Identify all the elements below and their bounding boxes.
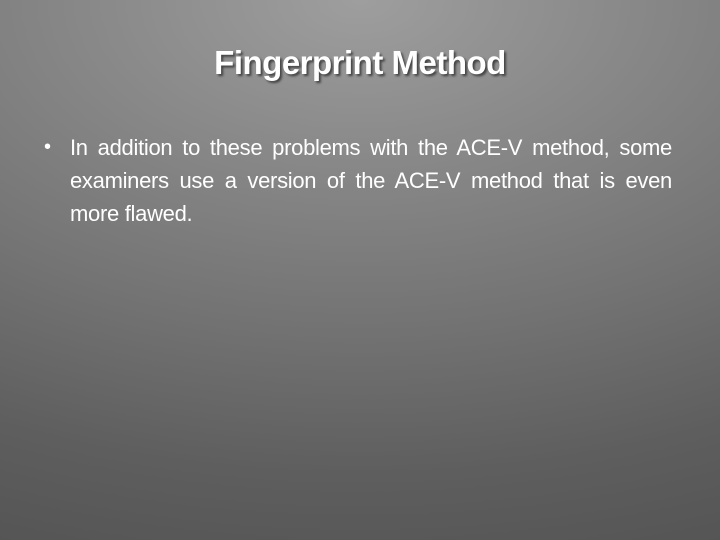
slide-body: • In addition to these problems with the… — [44, 131, 672, 230]
bullet-text: In addition to these problems with the A… — [70, 135, 672, 226]
bullet-item: • In addition to these problems with the… — [44, 131, 672, 230]
slide-title: Fingerprint Method — [214, 44, 506, 81]
slide: Fingerprint Method • In addition to thes… — [0, 0, 720, 540]
bullet-icon: • — [44, 136, 52, 158]
